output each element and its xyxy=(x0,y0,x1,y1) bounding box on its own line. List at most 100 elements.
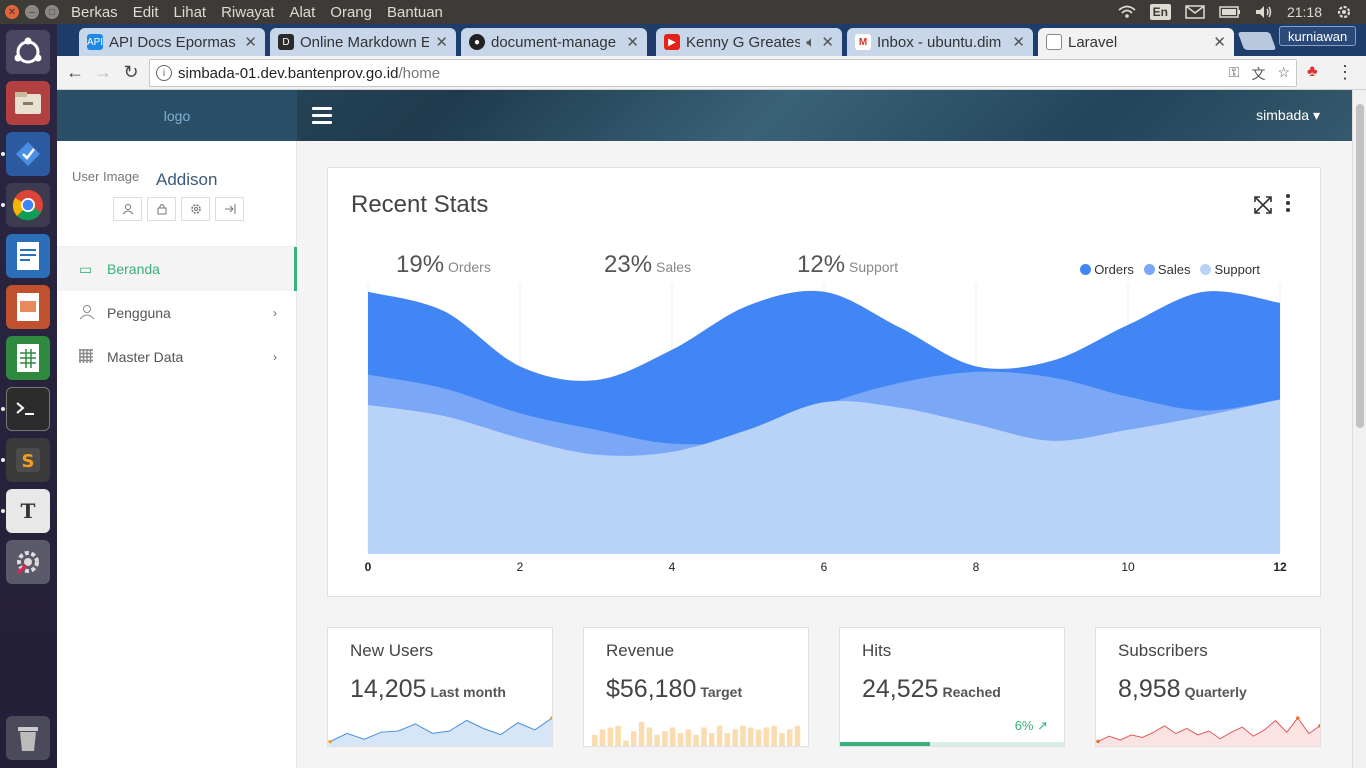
keyboard-layout-indicator[interactable]: En xyxy=(1149,4,1171,20)
files-icon[interactable] xyxy=(6,81,50,125)
web-page: logo simbada ▾ User Image Addison ▭ Bera… xyxy=(57,90,1352,768)
user-dropdown[interactable]: simbada ▾ xyxy=(1256,107,1320,124)
typora-icon[interactable]: T xyxy=(6,489,50,533)
tab-close-icon[interactable]: ✕ xyxy=(435,33,448,51)
svg-text:S: S xyxy=(22,451,35,472)
sparkline-subscribers xyxy=(1096,716,1320,746)
video-icon: ▭ xyxy=(79,260,93,277)
menu-orang[interactable]: Orang xyxy=(330,4,372,21)
tab-api-docs[interactable]: API API Docs Epormas ✕ xyxy=(79,28,265,56)
window-close-button[interactable]: ✕ xyxy=(5,5,19,19)
app-header: logo simbada ▾ xyxy=(57,90,1352,141)
lock-icon[interactable] xyxy=(147,197,176,221)
x-tick-label: 6 xyxy=(821,560,828,574)
legend-support[interactable]: Support xyxy=(1200,262,1260,277)
revenue-bar xyxy=(607,727,614,746)
menu-edit[interactable]: Edit xyxy=(133,4,159,21)
revenue-bar xyxy=(732,729,738,746)
tab-gmail[interactable]: M Inbox - ubuntu.dim ✕ xyxy=(847,28,1033,56)
sidebar-item-pengguna[interactable]: Pengguna › xyxy=(57,291,297,335)
revenue-bar xyxy=(638,722,645,746)
browser-menu-icon[interactable]: ⋮ xyxy=(1336,62,1354,83)
info-icon[interactable]: i xyxy=(156,65,172,81)
calc-icon[interactable] xyxy=(6,336,50,380)
clock[interactable]: 21:18 xyxy=(1287,4,1322,20)
tab-close-icon[interactable]: ✕ xyxy=(626,33,639,51)
card-subscribers: Subscribers 8,958 Quarterly xyxy=(1095,627,1321,747)
profile-icon[interactable] xyxy=(113,197,142,221)
tab-close-icon[interactable]: ✕ xyxy=(821,33,834,51)
wifi-icon[interactable] xyxy=(1118,5,1136,19)
menu-lihat[interactable]: Lihat xyxy=(174,4,207,21)
system-top-bar: ✕ – □ Berkas Edit Lihat Riwayat Alat Ora… xyxy=(0,0,1366,24)
settings-icon[interactable] xyxy=(181,197,210,221)
reload-icon[interactable]: ↻ xyxy=(117,62,145,83)
x-tick-label: 0 xyxy=(365,560,372,574)
browser-toolbar: ← → ↻ i simbada-01.dev.bantenprov.go.id … xyxy=(57,56,1366,90)
tab-close-icon[interactable]: ✕ xyxy=(1012,33,1025,51)
key-icon[interactable]: ⚿ xyxy=(1229,64,1240,84)
new-tab-button[interactable] xyxy=(1237,32,1277,50)
profile-button[interactable]: kurniawan xyxy=(1279,26,1357,46)
x-tick-label: 12 xyxy=(1273,560,1287,574)
back-icon[interactable]: ← xyxy=(61,62,89,83)
revenue-bar xyxy=(794,725,801,746)
battery-icon[interactable] xyxy=(1219,5,1241,19)
card-hits: Hits 24,525 Reached 6% ↗ xyxy=(839,627,1065,747)
page-scrollbar[interactable] xyxy=(1352,90,1366,768)
window-maximize-button[interactable]: □ xyxy=(45,5,59,19)
x-tick-label: 10 xyxy=(1121,560,1135,574)
translate-icon[interactable]: 文 xyxy=(1251,64,1265,84)
logout-icon[interactable] xyxy=(215,197,244,221)
menu-berkas[interactable]: Berkas xyxy=(71,4,118,21)
forward-icon[interactable]: → xyxy=(89,62,117,83)
mail-icon[interactable] xyxy=(1185,5,1205,19)
panel-menu-icon[interactable] xyxy=(1286,194,1292,215)
volume-icon[interactable] xyxy=(1255,5,1273,19)
api-icon: API xyxy=(87,34,103,50)
revenue-bar xyxy=(740,725,746,746)
stat-sales: 23% Sales xyxy=(604,251,692,278)
url-host: simbada-01.dev.bantenprov.go.id xyxy=(178,64,399,82)
tab-markdown[interactable]: D Online Markdown E ✕ xyxy=(270,28,456,56)
git-client-icon[interactable] xyxy=(6,132,50,176)
writer-icon[interactable] xyxy=(6,234,50,278)
legend-orders[interactable]: Orders xyxy=(1080,262,1134,277)
sublime-text-icon[interactable]: S xyxy=(6,438,50,482)
tab-audio-icon[interactable]: 🔈︎ xyxy=(806,34,815,51)
progress-bar xyxy=(840,742,1064,746)
terminal-icon[interactable] xyxy=(6,387,50,431)
window-minimize-button[interactable]: – xyxy=(25,5,39,19)
power-gear-icon[interactable] xyxy=(1336,4,1352,20)
tab-laravel[interactable]: Laravel ✕ xyxy=(1038,28,1234,56)
impress-icon[interactable] xyxy=(6,285,50,329)
tab-close-icon[interactable]: ✕ xyxy=(244,33,257,51)
legend-sales[interactable]: Sales xyxy=(1143,262,1190,277)
tab-youtube[interactable]: ▶ Kenny G Greatest 🔈︎ ✕ xyxy=(656,28,842,56)
app-logo[interactable]: logo xyxy=(57,90,297,141)
expand-icon[interactable] xyxy=(1254,196,1272,219)
card-title: Subscribers xyxy=(1118,641,1208,660)
hamburger-menu-icon[interactable] xyxy=(312,107,332,128)
card-value: 24,525 Reached xyxy=(862,675,1001,703)
chrome-icon[interactable] xyxy=(6,183,50,227)
menu-riwayat[interactable]: Riwayat xyxy=(221,4,274,21)
extension-icon[interactable]: ♣ xyxy=(1307,63,1318,81)
ubuntu-dash-icon[interactable] xyxy=(6,30,50,74)
system-settings-icon[interactable] xyxy=(6,540,50,584)
bookmark-star-icon[interactable]: ☆ xyxy=(1277,64,1290,84)
sidebar-item-master-data[interactable]: Master Data › xyxy=(57,335,297,379)
sidebar-item-beranda[interactable]: ▭ Beranda xyxy=(57,247,297,291)
grid-icon xyxy=(79,348,95,366)
menu-bantuan[interactable]: Bantuan xyxy=(387,4,443,21)
scrollbar-thumb[interactable] xyxy=(1356,104,1364,428)
progress-fill xyxy=(840,742,931,746)
address-bar[interactable]: i simbada-01.dev.bantenprov.go.id /home … xyxy=(149,59,1297,87)
tab-github[interactable]: ● document-manage ✕ xyxy=(461,28,647,56)
menu-alat[interactable]: Alat xyxy=(289,4,315,21)
card-value: 8,958 Quarterly xyxy=(1118,675,1247,703)
trash-icon[interactable] xyxy=(6,716,50,760)
revenue-bar xyxy=(646,727,653,746)
revenue-bar xyxy=(724,733,731,746)
tab-close-icon[interactable]: ✕ xyxy=(1213,33,1226,51)
